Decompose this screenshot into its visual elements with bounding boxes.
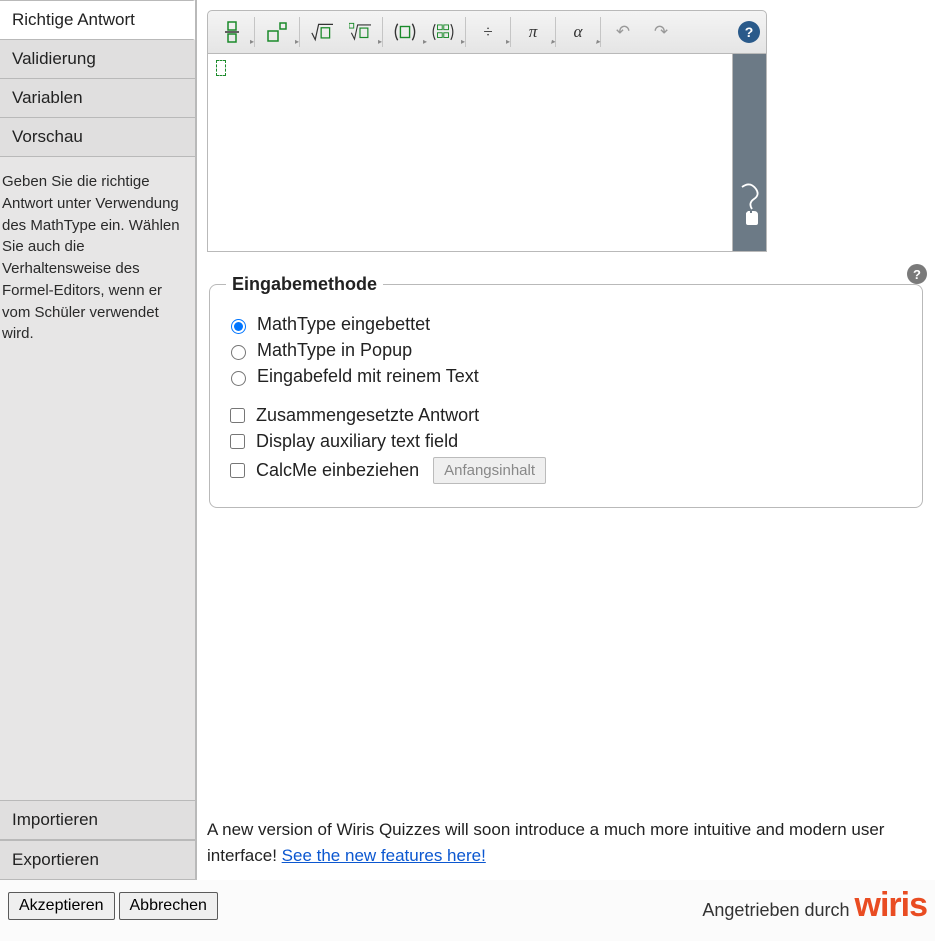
matrix-button[interactable]: ▸	[425, 15, 461, 49]
notice-link[interactable]: See the new features here!	[282, 846, 486, 865]
radio-mathtype-popup[interactable]: MathType in Popup	[226, 340, 906, 361]
nroot-icon	[349, 21, 371, 43]
mathtype-toolbar: ▸ ▸	[207, 10, 767, 54]
dropdown-icon: ▸	[378, 37, 382, 46]
redo-icon: ↷	[654, 22, 668, 42]
division-button[interactable]: ÷ ▸	[470, 15, 506, 49]
division-icon: ÷	[483, 22, 492, 42]
dropdown-icon: ▸	[250, 37, 254, 46]
radio-plaintext[interactable]: Eingabefeld mit reinem Text	[226, 366, 906, 387]
undo-icon: ↶	[616, 22, 630, 42]
dropdown-icon: ▸	[461, 37, 465, 46]
superscript-icon	[266, 21, 288, 43]
handwriting-handle[interactable]	[733, 54, 767, 252]
sqrt-icon	[311, 21, 333, 43]
tab-variablen[interactable]: Variablen	[0, 79, 195, 118]
powered-label: Angetrieben durch	[702, 900, 849, 921]
main-panel: ▸ ▸	[197, 0, 935, 880]
matrix-icon	[432, 20, 454, 44]
radio-input[interactable]	[231, 345, 246, 360]
radio-input[interactable]	[231, 371, 246, 386]
pi-icon: π	[529, 22, 538, 42]
version-notice: A new version of Wiris Quizzes will soon…	[207, 817, 925, 868]
sidebar: Richtige Antwort Validierung Variablen V…	[0, 0, 197, 880]
brand-logo: wiris	[855, 890, 927, 921]
undo-button[interactable]: ↶	[605, 15, 641, 49]
checkbox-label: Display auxiliary text field	[256, 431, 458, 452]
superscript-button[interactable]: ▸	[259, 15, 295, 49]
redo-button[interactable]: ↷	[643, 15, 679, 49]
input-method-section: ? Eingabemethode MathType eingebettet Ma…	[207, 274, 925, 508]
section-legend: Eingabemethode	[226, 274, 383, 295]
parentheses-icon	[394, 21, 416, 43]
mathtype-editor[interactable]	[207, 54, 733, 252]
alpha-icon: α	[574, 22, 583, 42]
check-calcme[interactable]: CalcMe einbeziehen Anfangsinhalt	[226, 457, 906, 484]
dropdown-icon: ▸	[506, 37, 510, 46]
cancel-button[interactable]: Abbrechen	[119, 892, 218, 920]
sidebar-bottom: Importieren Exportieren	[0, 800, 195, 880]
sidebar-help-text: Geben Sie die richtige Antwort unter Ver…	[0, 157, 195, 353]
toolbar-help-icon[interactable]: ?	[738, 21, 760, 43]
parentheses-button[interactable]: ▸	[387, 15, 423, 49]
powered-by: Angetrieben durch wiris	[702, 890, 927, 921]
alpha-button[interactable]: α ▸	[560, 15, 596, 49]
radio-label: MathType eingebettet	[257, 314, 430, 335]
tab-vorschau[interactable]: Vorschau	[0, 118, 195, 157]
sqrt-button[interactable]	[304, 15, 340, 49]
fraction-button[interactable]: ▸	[214, 15, 250, 49]
radio-mathtype-embedded[interactable]: MathType eingebettet	[226, 314, 906, 335]
editor-cursor-icon	[216, 60, 226, 76]
checkbox-label: Zusammengesetzte Antwort	[256, 405, 479, 426]
dropdown-icon: ▸	[596, 37, 600, 46]
dropdown-icon: ▸	[295, 37, 299, 46]
initial-content-button: Anfangsinhalt	[433, 457, 546, 484]
hand-icon	[738, 183, 762, 227]
checkbox-input[interactable]	[230, 463, 245, 478]
radio-label: Eingabefeld mit reinem Text	[257, 366, 479, 387]
tab-importieren[interactable]: Importieren	[0, 800, 195, 840]
fraction-icon	[224, 20, 240, 44]
tab-exportieren[interactable]: Exportieren	[0, 840, 195, 880]
radio-label: MathType in Popup	[257, 340, 412, 361]
nroot-button[interactable]: ▸	[342, 15, 378, 49]
section-help-icon[interactable]: ?	[907, 264, 927, 284]
tab-validierung[interactable]: Validierung	[0, 40, 195, 79]
radio-input[interactable]	[231, 319, 246, 334]
check-compound-answer[interactable]: Zusammengesetzte Antwort	[226, 405, 906, 426]
tab-richtige-antwort[interactable]: Richtige Antwort	[0, 0, 195, 40]
checkbox-input[interactable]	[230, 434, 245, 449]
checkbox-input[interactable]	[230, 408, 245, 423]
checkbox-label: CalcMe einbeziehen	[256, 460, 419, 481]
accept-button[interactable]: Akzeptieren	[8, 892, 115, 920]
pi-button[interactable]: π ▸	[515, 15, 551, 49]
dropdown-icon: ▸	[551, 37, 555, 46]
check-aux-text[interactable]: Display auxiliary text field	[226, 431, 906, 452]
footer: Akzeptieren Abbrechen Angetrieben durch …	[0, 880, 935, 927]
